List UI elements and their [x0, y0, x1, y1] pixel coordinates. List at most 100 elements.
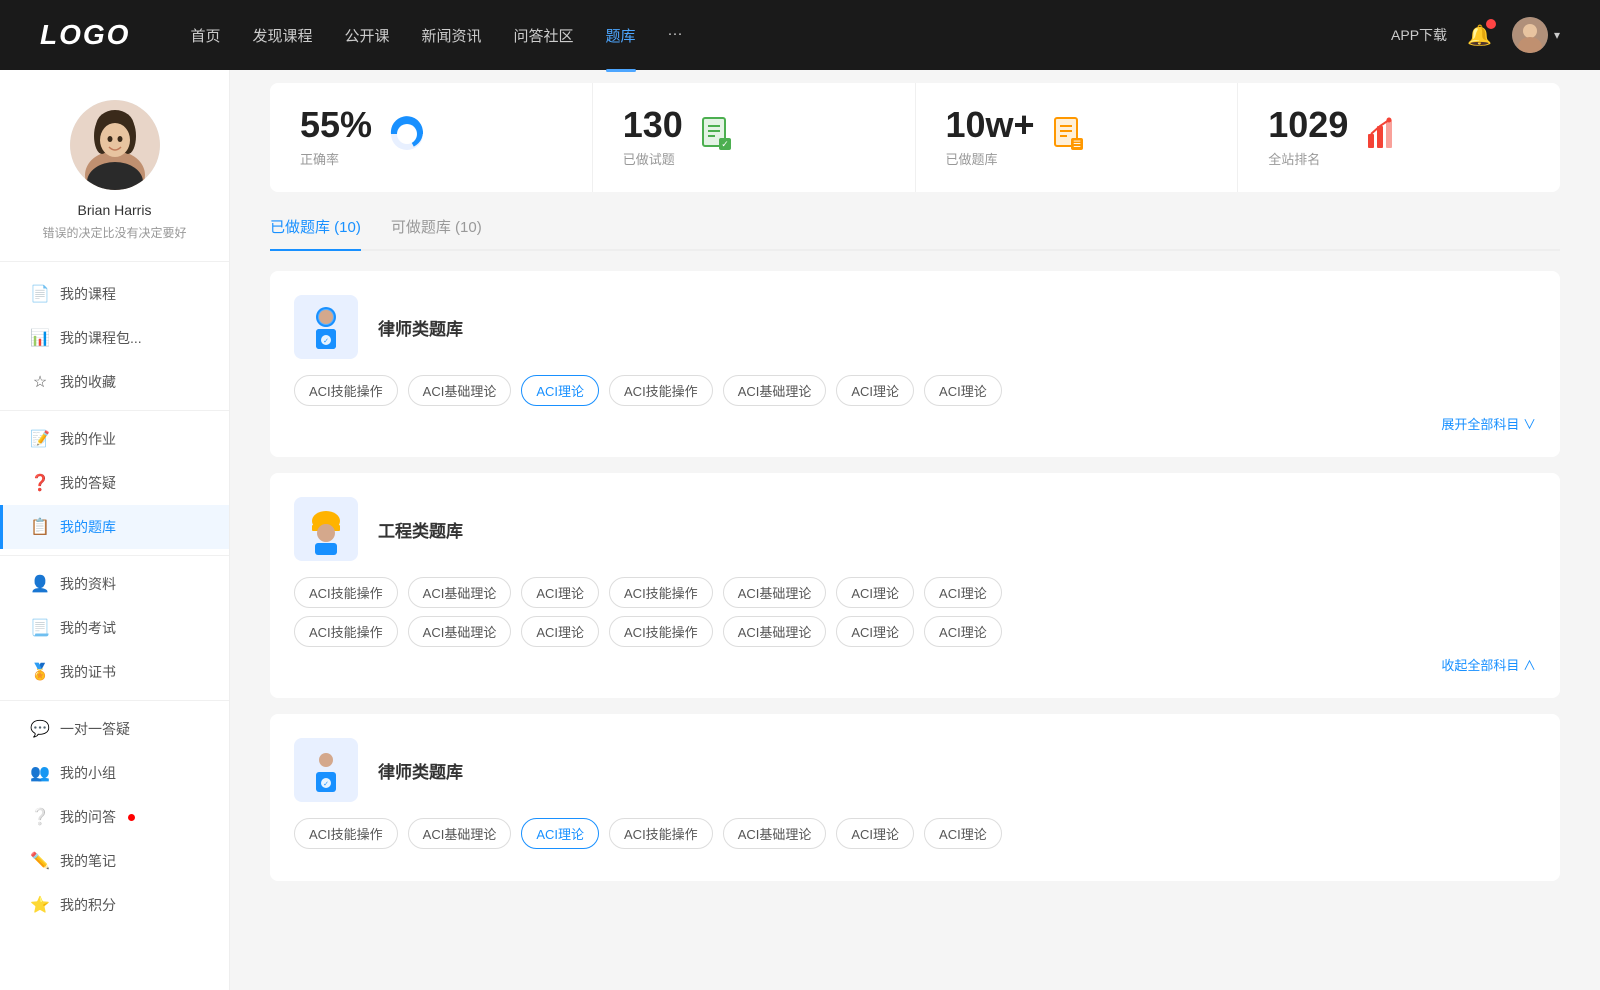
stat-done-questions: 130 已做试题 ✓: [593, 83, 916, 192]
sidebar-item-group[interactable]: 👥 我的小组: [0, 751, 229, 795]
tag-2-4[interactable]: ACI基础理论: [723, 818, 827, 849]
profile-icon: 👤: [30, 574, 50, 594]
notification-badge: [1486, 19, 1496, 29]
stat-accuracy-value: 55%: [300, 107, 372, 143]
tag-2-2[interactable]: ACI理论: [521, 818, 599, 849]
tag-1-11[interactable]: ACI基础理论: [723, 616, 827, 647]
sidebar-label-qa: 我的答疑: [60, 473, 116, 493]
bank-icon: 📋: [30, 517, 50, 537]
nav-bank[interactable]: 题库: [606, 21, 636, 50]
notification-bell[interactable]: 🔔: [1467, 23, 1492, 48]
group-icon: 👥: [30, 763, 50, 783]
tag-0-2[interactable]: ACI理论: [521, 375, 599, 406]
engineer-icon: [294, 497, 358, 561]
tag-1-4[interactable]: ACI基础理论: [723, 577, 827, 608]
sidebar-item-questions[interactable]: ❔ 我的问答: [0, 795, 229, 839]
homework-icon: 📝: [30, 429, 50, 449]
sidebar-item-profile[interactable]: 👤 我的资料: [0, 562, 229, 606]
bank-card-lawyer-1: ✓ 律师类题库 ACI技能操作 ACI基础理论 ACI理论 ACI技能操作 AC…: [270, 271, 1560, 457]
tag-1-6[interactable]: ACI理论: [924, 577, 1002, 608]
tag-1-9[interactable]: ACI理论: [521, 616, 599, 647]
sidebar-label-tutoring: 一对一答疑: [60, 719, 130, 739]
tab-available-banks[interactable]: 可做题库 (10): [391, 216, 482, 249]
nav-qa[interactable]: 问答社区: [514, 21, 574, 50]
nav-mooc[interactable]: 公开课: [344, 21, 389, 50]
sidebar-label-notes: 我的笔记: [60, 851, 116, 871]
bank-tags-row1-2: ACI技能操作 ACI基础理论 ACI理论 ACI技能操作 ACI基础理论 AC…: [294, 577, 1536, 608]
stat-done-banks-label: 已做题库: [946, 149, 1035, 168]
bank-tags-row2-2: ACI技能操作 ACI基础理论 ACI理论 ACI技能操作 ACI基础理论 AC…: [294, 616, 1536, 647]
stat-rank-label: 全站排名: [1268, 149, 1348, 168]
tag-2-5[interactable]: ACI理论: [836, 818, 914, 849]
tag-0-0[interactable]: ACI技能操作: [294, 375, 398, 406]
tag-2-6[interactable]: ACI理论: [924, 818, 1002, 849]
sidebar-item-bank[interactable]: 📋 我的题库: [0, 505, 229, 549]
nav-news[interactable]: 新闻资讯: [422, 21, 482, 50]
tag-1-3[interactable]: ACI技能操作: [609, 577, 713, 608]
user-avatar-menu[interactable]: ▾: [1512, 17, 1560, 53]
collapse-btn-2[interactable]: 收起全部科目 ∧: [294, 655, 1536, 674]
bank-card-lawyer-2: ✓ 律师类题库 ACI技能操作 ACI基础理论 ACI理论 ACI技能操作 AC…: [270, 714, 1560, 881]
certificate-icon: 🏅: [30, 662, 50, 682]
bank-title-3: 律师类题库: [378, 758, 463, 783]
nav-discover[interactable]: 发现课程: [252, 21, 312, 50]
tag-1-8[interactable]: ACI基础理论: [408, 616, 512, 647]
sidebar-item-points[interactable]: ⭐ 我的积分: [0, 883, 229, 927]
sidebar-item-certificate[interactable]: 🏅 我的证书: [0, 650, 229, 694]
sidebar-label-homework: 我的作业: [60, 429, 116, 449]
profile-section: Brian Harris 错误的决定比没有决定要好: [0, 100, 229, 262]
sidebar-item-homework[interactable]: 📝 我的作业: [0, 417, 229, 461]
sidebar-label-course-package: 我的课程包...: [60, 328, 142, 348]
qa-icon: ❓: [30, 473, 50, 493]
stat-done-questions-label: 已做试题: [623, 149, 683, 168]
tab-done-banks[interactable]: 已做题库 (10): [270, 216, 361, 249]
svg-text:☰: ☰: [1073, 139, 1081, 149]
nav-more[interactable]: ···: [668, 21, 683, 50]
sidebar-item-qa[interactable]: ❓ 我的答疑: [0, 461, 229, 505]
doc-green-icon: ✓: [699, 116, 735, 159]
bank-tags-3: ACI技能操作 ACI基础理论 ACI理论 ACI技能操作 ACI基础理论 AC…: [294, 818, 1536, 849]
content-area: ✓ 律师类题库 ACI技能操作 ACI基础理论 ACI理论 ACI技能操作 AC…: [270, 271, 1560, 881]
sidebar-label-favorites: 我的收藏: [60, 372, 116, 392]
tag-0-1[interactable]: ACI基础理论: [408, 375, 512, 406]
tag-1-2[interactable]: ACI理论: [521, 577, 599, 608]
lawyer-icon-2: ✓: [294, 738, 358, 802]
app-download-button[interactable]: APP下载: [1391, 25, 1447, 45]
tag-1-0[interactable]: ACI技能操作: [294, 577, 398, 608]
tag-2-3[interactable]: ACI技能操作: [609, 818, 713, 849]
main-nav: 首页 发现课程 公开课 新闻资讯 问答社区 题库 ···: [190, 21, 1391, 50]
stat-done-questions-value: 130: [623, 107, 683, 143]
tag-1-12[interactable]: ACI理论: [836, 616, 914, 647]
tag-1-7[interactable]: ACI技能操作: [294, 616, 398, 647]
bank-tags-1: ACI技能操作 ACI基础理论 ACI理论 ACI技能操作 ACI基础理论 AC…: [294, 375, 1536, 406]
sidebar-item-tutoring[interactable]: 💬 一对一答疑: [0, 707, 229, 751]
tag-0-6[interactable]: ACI理论: [924, 375, 1002, 406]
sidebar-item-favorites[interactable]: ☆ 我的收藏: [0, 360, 229, 404]
nav-home[interactable]: 首页: [190, 21, 220, 50]
header-right: APP下载 🔔 ▾: [1391, 17, 1560, 53]
tutoring-icon: 💬: [30, 719, 50, 739]
tag-2-1[interactable]: ACI基础理论: [408, 818, 512, 849]
tag-2-0[interactable]: ACI技能操作: [294, 818, 398, 849]
tag-1-10[interactable]: ACI技能操作: [609, 616, 713, 647]
tag-0-3[interactable]: ACI技能操作: [609, 375, 713, 406]
sidebar-item-exam[interactable]: 📃 我的考试: [0, 606, 229, 650]
doc-orange-icon: ☰: [1051, 116, 1087, 159]
expand-btn-1[interactable]: 展开全部科目 ∨: [294, 414, 1536, 433]
sidebar-item-notes[interactable]: ✏️ 我的笔记: [0, 839, 229, 883]
sidebar-item-course[interactable]: 📄 我的课程: [0, 272, 229, 316]
course-icon: 📄: [30, 284, 50, 304]
tag-1-5[interactable]: ACI理论: [836, 577, 914, 608]
stat-rank: 1029 全站排名: [1238, 83, 1560, 192]
stat-accuracy: 55% 正确率: [270, 83, 593, 192]
bank-card-header-3: ✓ 律师类题库: [294, 738, 1536, 802]
tag-1-1[interactable]: ACI基础理论: [408, 577, 512, 608]
divider-1: [0, 410, 229, 411]
user-avatar: [1512, 17, 1548, 53]
sidebar-label-questions: 我的问答: [60, 807, 116, 827]
tag-0-4[interactable]: ACI基础理论: [723, 375, 827, 406]
tag-1-13[interactable]: ACI理论: [924, 616, 1002, 647]
lawyer-icon: ✓: [294, 295, 358, 359]
tag-0-5[interactable]: ACI理论: [836, 375, 914, 406]
sidebar-item-course-package[interactable]: 📊 我的课程包...: [0, 316, 229, 360]
